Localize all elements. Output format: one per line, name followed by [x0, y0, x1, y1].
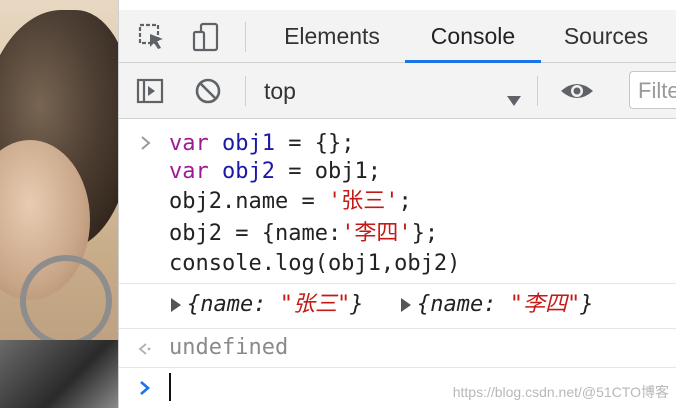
tab-elements[interactable]: Elements [269, 10, 395, 62]
chevron-down-icon [506, 85, 522, 106]
photo-cloth [0, 340, 118, 408]
tab-sources[interactable]: Sources [551, 10, 661, 62]
console-log-output: {name: "张三"} {name: "李四"} [119, 284, 676, 329]
code-line-3: obj2.name = '张三'; [169, 189, 412, 214]
filter-input[interactable]: Filte [629, 71, 676, 109]
console-result-row: undefined [119, 329, 676, 368]
photo-ring [20, 255, 112, 347]
live-expression-eye-icon[interactable] [559, 76, 595, 106]
input-chevron-icon [139, 133, 153, 153]
toolbar-separator [245, 76, 246, 106]
background-photo [0, 0, 118, 408]
console-input-entry: var obj1 = {}; var obj2 = obj1; obj2.nam… [119, 125, 676, 284]
object-preview-obj2[interactable]: {name: "李四"} [401, 290, 593, 320]
code-line-1: var obj1 = {}; [169, 131, 355, 156]
tab-console[interactable]: Console [405, 10, 541, 63]
object-preview-obj1[interactable]: {name: "张三"} [171, 290, 363, 320]
tabbar-separator [245, 22, 246, 52]
clear-console-icon[interactable] [193, 76, 223, 106]
show-sidebar-icon[interactable] [135, 76, 165, 106]
prompt-chevron-icon [137, 378, 153, 398]
expand-triangle-icon[interactable] [171, 298, 181, 312]
console-prompt[interactable]: https://blog.csdn.net/@51CTO博客 [119, 368, 676, 408]
code-line-5: console.log(obj1,obj2) [169, 251, 461, 276]
code-line-4: obj2 = {name:'李四'}; [169, 221, 439, 246]
toolbar-separator-2 [537, 76, 538, 106]
watermark-text: https://blog.csdn.net/@51CTO博客 [452, 384, 669, 400]
console-toolbar: top Filte [119, 63, 676, 119]
device-toolbar-icon[interactable] [191, 22, 221, 52]
devtools-tabbar: Elements Console Sources [119, 10, 676, 63]
result-value: undefined [169, 335, 289, 360]
text-cursor [169, 373, 171, 401]
code-line-2: var obj2 = obj1; [169, 159, 381, 184]
context-selector[interactable]: top [264, 76, 522, 106]
expand-triangle-icon[interactable] [401, 298, 411, 312]
devtools-panel: Elements Console Sources top Filte var o… [118, 0, 676, 408]
inspect-element-icon[interactable] [137, 22, 167, 52]
context-value: top [264, 78, 296, 104]
return-arrow-icon [137, 339, 153, 357]
console-output: var obj1 = {}; var obj2 = obj1; obj2.nam… [119, 119, 676, 408]
